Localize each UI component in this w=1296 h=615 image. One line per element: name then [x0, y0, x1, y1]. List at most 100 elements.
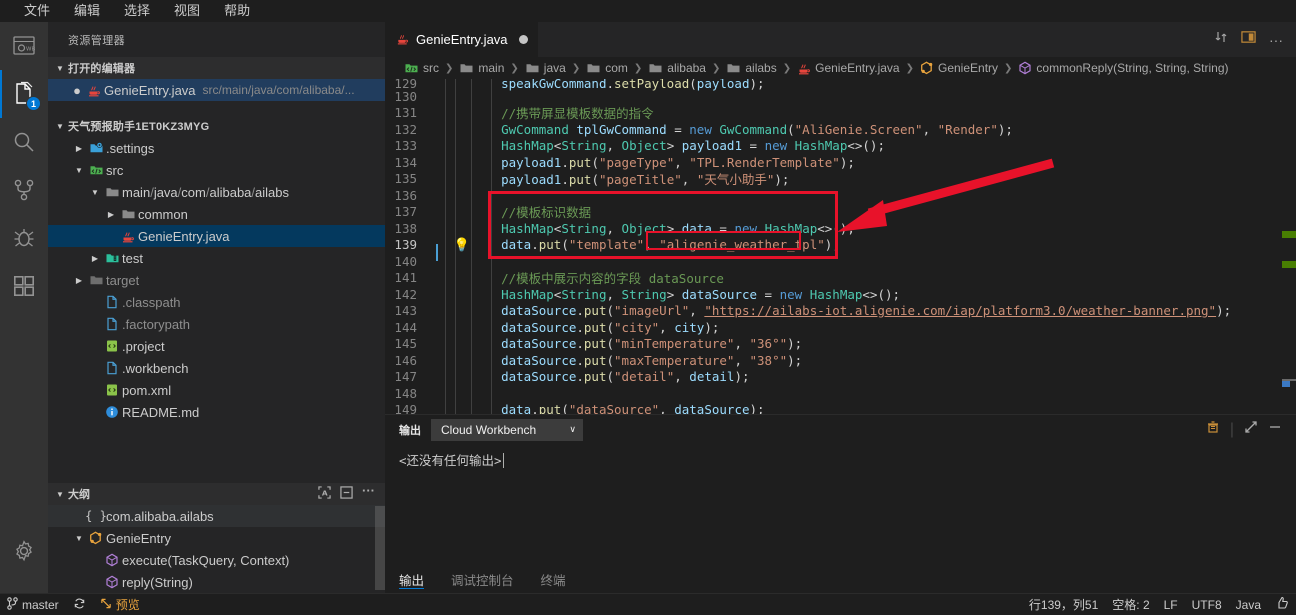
- tab-genieentry-java[interactable]: GenieEntry.java: [385, 22, 539, 57]
- menu-item-0[interactable]: 文件: [12, 0, 62, 22]
- file-tree-item--settings[interactable]: ▶ .settings: [48, 137, 385, 159]
- maximize-panel-icon[interactable]: [1244, 420, 1258, 439]
- code-line-138[interactable]: 138 HashMap<String, Object> data = new H…: [385, 220, 1296, 237]
- outline-item[interactable]: reply(String): [48, 571, 385, 593]
- code-line-141[interactable]: 141 //模板中展示内容的字段 dataSource: [385, 270, 1296, 286]
- breadcrumb-item-com[interactable]: com: [586, 61, 628, 75]
- project-header[interactable]: ▼ 天气预报助手1ET0KZ3MYG: [48, 115, 385, 137]
- code-line-133[interactable]: 133 HashMap<String, Object> payload1 = n…: [385, 138, 1296, 155]
- code-line-149[interactable]: 149 data.put("dataSource", dataSource);: [385, 402, 1296, 414]
- panel-tab-终端[interactable]: 终端: [541, 566, 579, 593]
- file-tree-item-genieentry-java[interactable]: GenieEntry.java: [48, 225, 385, 247]
- twisty-right-icon[interactable]: ▶: [104, 210, 118, 219]
- line-number: 145: [394, 336, 417, 352]
- dirty-dot-icon[interactable]: ●: [70, 83, 84, 98]
- file-tree-item-src[interactable]: ▼ src: [48, 159, 385, 181]
- file-tree-item--factorypath[interactable]: .factorypath: [48, 313, 385, 335]
- status-cursor-position[interactable]: 行139，列51: [1022, 594, 1105, 615]
- status-feedback-icon[interactable]: [1268, 594, 1296, 615]
- status-preview[interactable]: 预览: [93, 594, 147, 615]
- file-tree-item-target[interactable]: ▶ target: [48, 269, 385, 291]
- outline-item[interactable]: { } com.alibaba.ailabs: [48, 505, 385, 527]
- editor-scrollbar[interactable]: [1282, 79, 1296, 414]
- code-line-139[interactable]: 139 💡 data.put("template", "aligenie_weat…: [385, 237, 1296, 261]
- open-editor-item[interactable]: ● GenieEntry.java src/main/java/com/alibab…: [48, 79, 385, 101]
- quick-fix-lightbulb-icon[interactable]: 💡: [454, 238, 470, 253]
- twisty-right-icon[interactable]: ▶: [88, 254, 102, 263]
- breadcrumb-item-genieentry[interactable]: GenieEntry: [920, 61, 998, 75]
- file-tree-item--workbench[interactable]: .workbench: [48, 357, 385, 379]
- code-line-143[interactable]: 143 dataSource.put("imageUrl", "https://…: [385, 303, 1296, 320]
- code-line-140[interactable]: 140: [385, 253, 1296, 270]
- status-sync[interactable]: [66, 594, 93, 615]
- menu-item-4[interactable]: 帮助: [212, 0, 262, 22]
- activity-debug-icon[interactable]: [0, 214, 48, 262]
- follow-cursor-icon[interactable]: A: [318, 486, 331, 502]
- split-editor-icon[interactable]: [1241, 30, 1256, 49]
- breadcrumb-item-commonreply-string-string-string-[interactable]: commonReply(String, String, String): [1018, 61, 1229, 75]
- clear-output-icon[interactable]: [1206, 420, 1220, 439]
- code-line-142[interactable]: 142 HashMap<String, String> dataSource =…: [385, 286, 1296, 303]
- status-language-mode[interactable]: Java: [1229, 594, 1268, 615]
- breadcrumb-item-ailabs[interactable]: ailabs: [726, 61, 777, 75]
- menu-item-2[interactable]: 选择: [112, 0, 162, 22]
- code-line-147[interactable]: 147 dataSource.put("detail", detail);: [385, 369, 1296, 386]
- activity-search-icon[interactable]: [0, 118, 48, 166]
- code-line-145[interactable]: 145 dataSource.put("minTemperature", "36…: [385, 336, 1296, 353]
- code-line-129[interactable]: 129 speakGwCommand.setPayload(payload);: [385, 79, 1296, 91]
- code-line-148[interactable]: 148: [385, 385, 1296, 402]
- code-line-144[interactable]: 144 dataSource.put("city", city);: [385, 319, 1296, 336]
- twisty-down-icon[interactable]: ▼: [72, 534, 86, 543]
- file-tree-item--project[interactable]: .project: [48, 335, 385, 357]
- code-line-131[interactable]: 131 //携带屏显模板数据的指令: [385, 105, 1296, 121]
- more-actions-icon[interactable]: ···: [362, 484, 375, 502]
- twisty-right-icon[interactable]: ▶: [72, 276, 86, 285]
- twisty-down-icon[interactable]: ▼: [88, 188, 102, 197]
- twisty-down-icon[interactable]: ▼: [72, 166, 86, 175]
- breadcrumb-item-alibaba[interactable]: alibaba: [648, 61, 706, 75]
- feedback-icon[interactable]: [1275, 596, 1289, 613]
- output-channel-select[interactable]: Cloud Workbench ∨: [431, 418, 583, 441]
- outline-item[interactable]: execute(TaskQuery, Context): [48, 549, 385, 571]
- tab-dirty-indicator[interactable]: [518, 35, 528, 44]
- status-indentation[interactable]: 空格: 2: [1105, 594, 1156, 615]
- menu-item-3[interactable]: 视图: [162, 0, 212, 22]
- status-encoding[interactable]: UTF8: [1185, 594, 1229, 615]
- split-vertical-icon[interactable]: [1214, 30, 1228, 49]
- code-line-137[interactable]: 137 //模板标识数据: [385, 204, 1296, 220]
- activity-explorer-icon[interactable]: 1: [0, 70, 48, 118]
- activity-source-control-icon[interactable]: [0, 166, 48, 214]
- outline-item[interactable]: ▼ GenieEntry: [48, 527, 385, 549]
- breadcrumb-item-genieentry-java[interactable]: GenieEntry.java: [797, 61, 900, 75]
- file-tree-item--classpath[interactable]: .classpath: [48, 291, 385, 313]
- menu-item-1[interactable]: 编辑: [62, 0, 112, 22]
- open-editors-header[interactable]: ▼ 打开的编辑器: [48, 57, 385, 79]
- panel-tab-调试控制台[interactable]: 调试控制台: [451, 566, 527, 593]
- code-line-134[interactable]: 134 payload1.put("pageType", "TPL.Render…: [385, 154, 1296, 171]
- status-branch[interactable]: master: [0, 594, 66, 615]
- activity-workbench-icon[interactable]: WB: [0, 22, 48, 70]
- activity-extensions-icon[interactable]: [0, 262, 48, 310]
- file-tree-item-common[interactable]: ▶ common: [48, 203, 385, 225]
- code-line-132[interactable]: 132 GwCommand tplGwCommand = new GwComma…: [385, 121, 1296, 138]
- activity-settings-gear-icon[interactable]: [0, 527, 48, 575]
- status-eol[interactable]: LF: [1157, 594, 1185, 615]
- code-line-136[interactable]: 136: [385, 187, 1296, 204]
- file-tree-item-readme-md[interactable]: README.md: [48, 401, 385, 423]
- panel-tab-output[interactable]: 输出: [399, 566, 437, 593]
- code-line-135[interactable]: 135 payload1.put("pageTitle", "天气小助手");: [385, 171, 1296, 187]
- code-line-146[interactable]: 146 dataSource.put("maxTemperature", "38…: [385, 352, 1296, 369]
- breadcrumb-item-src[interactable]: src: [404, 61, 439, 75]
- breadcrumb-item-main[interactable]: main: [459, 61, 504, 75]
- sidebar-scrollbar[interactable]: [375, 506, 385, 590]
- more-actions-icon[interactable]: ···: [1269, 33, 1283, 47]
- file-tree-item-test[interactable]: ▶ test: [48, 247, 385, 269]
- twisty-right-icon[interactable]: ▶: [72, 144, 86, 153]
- close-panel-icon[interactable]: [1268, 420, 1282, 439]
- code-editor[interactable]: 129 speakGwCommand.setPayload(payload); 1…: [385, 79, 1296, 414]
- breadcrumb-item-java[interactable]: java: [525, 61, 566, 75]
- outline-header[interactable]: ▼ 大纲 A ···: [48, 483, 385, 505]
- collapse-all-icon[interactable]: [340, 486, 353, 502]
- file-tree-item-main-java-com-alibaba-ailabs[interactable]: ▼ main/java/com/alibaba/ailabs: [48, 181, 385, 203]
- file-tree-item-pom-xml[interactable]: pom.xml: [48, 379, 385, 401]
